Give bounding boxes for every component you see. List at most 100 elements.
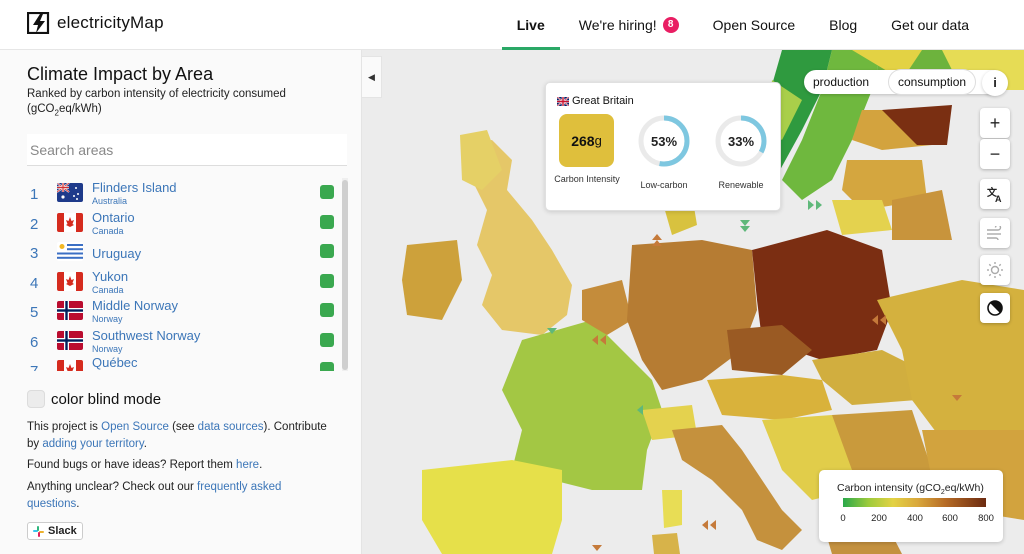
- list-item[interactable]: 4 Yukon Canada: [27, 267, 347, 297]
- legend-title-unit: eq/kWh): [944, 482, 984, 494]
- nav-get-data[interactable]: Get our data: [874, 0, 986, 50]
- zone-tooltip: Great Britain 268 g Carbon Intensity 53% …: [545, 82, 781, 211]
- area-name: Yukon: [92, 268, 129, 284]
- wind-layer-button[interactable]: [980, 218, 1010, 248]
- panel-title: Climate Impact by Area: [27, 64, 214, 84]
- list-item[interactable]: 3 Uruguay: [27, 237, 347, 267]
- list-item[interactable]: 7 Québec: [27, 355, 347, 371]
- map-region-sardinia[interactable]: [652, 533, 680, 554]
- rank-number: 4: [30, 274, 39, 292]
- color-blind-checkbox[interactable]: [27, 390, 45, 408]
- adding-territory-link[interactable]: adding your territory: [42, 438, 143, 450]
- carbon-intensity-swatch: [320, 273, 334, 288]
- info-text: Found bugs or have ideas? Report them: [27, 459, 237, 471]
- toggle-production[interactable]: production: [804, 70, 878, 94]
- color-blind-toggle[interactable]: color blind mode: [27, 390, 161, 408]
- info-button[interactable]: i: [982, 70, 1008, 96]
- area-country: Australia: [92, 196, 128, 206]
- info-text: .: [76, 498, 80, 510]
- top-navigation-bar: electricityMap Live We're hiring! 8 Open …: [0, 0, 1024, 50]
- nav-live[interactable]: Live: [500, 0, 562, 50]
- renewable-label: Renewable: [718, 180, 764, 190]
- info-text: Anything unclear? Check out our: [27, 481, 198, 493]
- nav-hiring[interactable]: We're hiring! 8: [562, 0, 696, 50]
- info-icon: i: [993, 75, 997, 90]
- lightning-bolt-icon: [27, 12, 50, 34]
- solar-layer-button[interactable]: [980, 255, 1010, 285]
- theme-toggle-button[interactable]: [980, 293, 1010, 323]
- rank-number: 6: [30, 333, 39, 351]
- carbon-intensity-unit: g: [594, 133, 602, 148]
- report-here-link[interactable]: here: [236, 459, 259, 471]
- hiring-count-badge: 8: [662, 17, 679, 33]
- info-text: (see: [168, 421, 198, 433]
- area-country: Canada: [92, 284, 124, 295]
- zoom-in-button[interactable]: +: [980, 108, 1010, 138]
- wind-icon: [987, 226, 1002, 240]
- map-region-lithuania[interactable]: [832, 200, 892, 235]
- info-text: .: [259, 459, 263, 471]
- low-carbon-value: 53%: [650, 133, 678, 149]
- carbon-intensity-label: Carbon Intensity: [554, 174, 620, 184]
- subtitle-unit: eq/kWh): [58, 103, 102, 115]
- area-name: Ontario: [92, 209, 135, 225]
- low-carbon-label: Low-carbon: [640, 180, 688, 190]
- collapse-panel-button[interactable]: ◀: [362, 56, 382, 98]
- open-source-link[interactable]: Open Source: [101, 421, 169, 433]
- color-blind-label: color blind mode: [51, 390, 162, 408]
- language-button[interactable]: 文A: [980, 179, 1010, 209]
- ranking-scrollbar-thumb[interactable]: [342, 180, 348, 370]
- info-text: .: [143, 438, 147, 450]
- map-region-austria-hungary[interactable]: [707, 375, 832, 420]
- carbon-intensity-swatch: [320, 303, 334, 317]
- toggle-consumption[interactable]: consumption: [889, 70, 976, 94]
- rank-number: 2: [30, 215, 39, 233]
- nav-blog[interactable]: Blog: [812, 0, 874, 50]
- nav-hiring-label: We're hiring!: [578, 17, 657, 33]
- area-name: Middle Norway: [92, 298, 178, 313]
- area-name: Québec: [92, 355, 138, 370]
- slack-button[interactable]: Slack: [27, 522, 83, 540]
- ranking-panel: Climate Impact by Area Ranked by carbon …: [0, 50, 362, 554]
- map-region-corsica[interactable]: [662, 490, 682, 528]
- tooltip-zone-name: Great Britain: [572, 95, 634, 107]
- list-item[interactable]: 6 Southwest Norway Norway: [27, 326, 347, 356]
- norway-flag-icon: [57, 330, 83, 350]
- legend-tick: 400: [907, 513, 923, 524]
- bug-report-info: Found bugs or have ideas? Report them he…: [27, 457, 337, 474]
- legend-title-text: Carbon intensity (gCO: [837, 482, 941, 494]
- legend-tick: 800: [978, 513, 994, 524]
- area-name: Southwest Norway: [92, 327, 201, 343]
- svg-text:A: A: [995, 194, 1002, 203]
- ranking-list: 1 Flinders Island Australia 2 Ontario Ca…: [27, 178, 347, 371]
- carbon-intensity-swatch: [320, 214, 334, 229]
- sun-icon: [987, 262, 1003, 278]
- open-source-info: This project is Open Source (see data so…: [27, 419, 337, 453]
- area-country: Norway: [92, 343, 123, 354]
- carbon-intensity-legend: Carbon intensity (gCO2eq/kWh) 0 200 400 …: [819, 470, 1003, 542]
- app-logo[interactable]: electricityMap: [27, 12, 164, 34]
- zoom-out-button[interactable]: −: [980, 139, 1010, 169]
- carbon-intensity-swatch: [320, 362, 334, 371]
- tooltip-header: Great Britain: [557, 95, 634, 107]
- renewable-value: 33%: [727, 133, 755, 149]
- list-item[interactable]: 1 Flinders Island Australia: [27, 178, 347, 208]
- data-sources-link[interactable]: data sources: [198, 421, 264, 433]
- carbon-intensity-swatch: [320, 185, 334, 199]
- australia-flag-icon: [57, 183, 83, 202]
- logo-text: electricityMap: [57, 13, 164, 32]
- search-areas-input[interactable]: [27, 134, 347, 166]
- legend-title: Carbon intensity (gCO2eq/kWh): [837, 482, 984, 496]
- nav-open-source[interactable]: Open Source: [696, 0, 813, 50]
- carbon-intensity-value: 268: [571, 132, 595, 149]
- rank-number: 3: [30, 245, 39, 262]
- nav-get-data-label: Get our data: [891, 17, 969, 33]
- list-item[interactable]: 2 Ontario Canada: [27, 208, 347, 238]
- carbon-intensity-box: 268 g: [559, 114, 614, 167]
- panel-subtitle: Ranked by carbon intensity of electricit…: [27, 87, 327, 120]
- nav-blog-label: Blog: [829, 17, 858, 33]
- map-region-spain[interactable]: [422, 460, 562, 554]
- list-item[interactable]: 5 Middle Norway Norway: [27, 296, 347, 326]
- norway-flag-icon: [57, 301, 83, 320]
- minus-icon: −: [989, 143, 1001, 164]
